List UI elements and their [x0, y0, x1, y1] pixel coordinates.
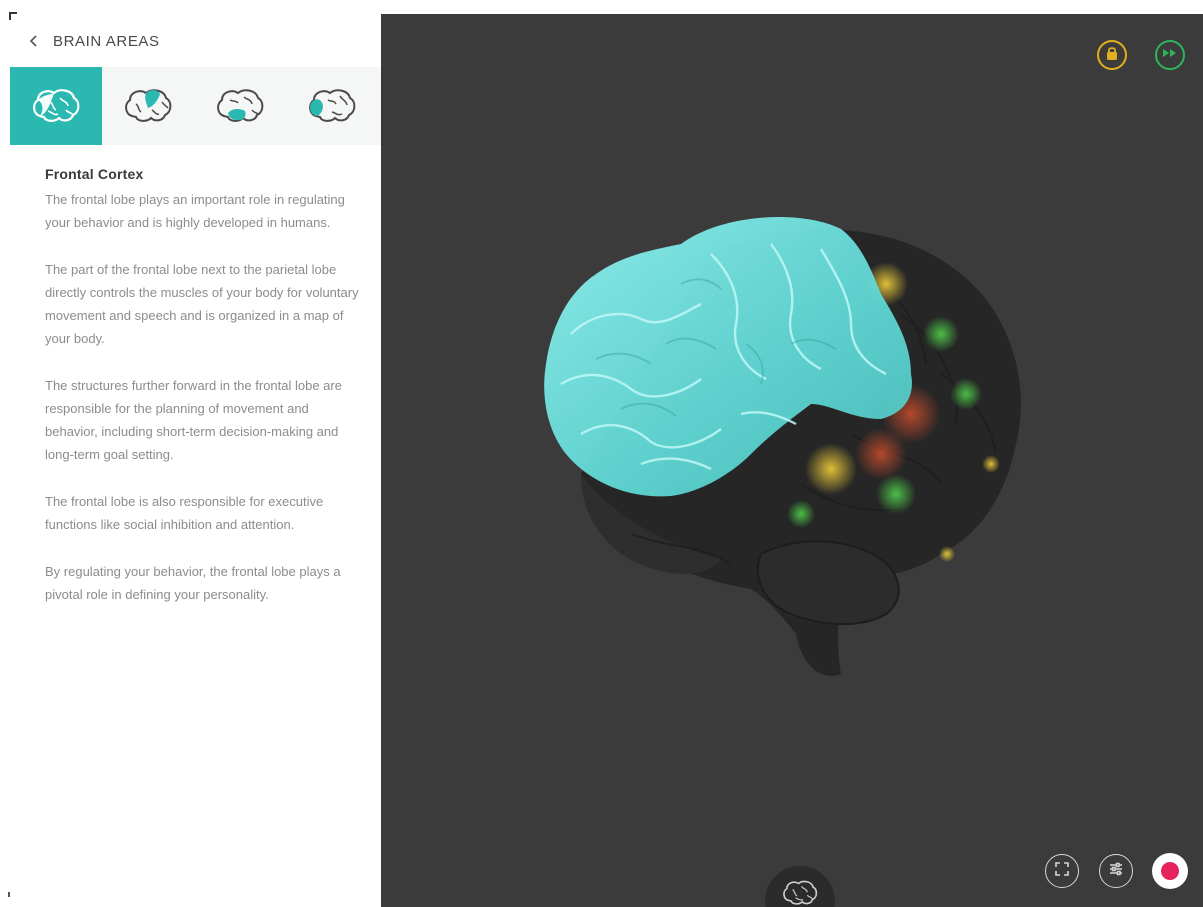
forward-icon	[1162, 46, 1178, 64]
record-button[interactable]	[1152, 853, 1188, 889]
tab-frontal[interactable]	[10, 67, 102, 145]
area-title: Frontal Cortex	[45, 166, 144, 182]
sliders-icon	[1108, 861, 1124, 882]
forward-button[interactable]	[1155, 40, 1185, 70]
tab-parietal[interactable]	[102, 67, 194, 145]
corner-mark	[9, 12, 17, 20]
brain-3d-viewer[interactable]	[381, 14, 1203, 907]
brain-areas-sidebar: BRAIN AREAS Frontal Cortex The frontal l…	[0, 0, 381, 907]
description-paragraph: By regulating your behavior, the frontal…	[45, 564, 341, 602]
brain-icon	[781, 866, 819, 907]
expand-button[interactable]	[1045, 854, 1079, 888]
chevron-left-icon[interactable]	[29, 34, 39, 48]
lock-icon	[1105, 45, 1119, 66]
tab-temporal[interactable]	[194, 67, 286, 145]
description-paragraph: The frontal lobe plays an important role…	[45, 192, 345, 230]
brain-area-tabs	[10, 67, 381, 145]
brain-occipital-icon	[306, 86, 358, 126]
expand-icon	[1054, 861, 1070, 882]
brain-parietal-icon	[122, 86, 174, 126]
back-header[interactable]: BRAIN AREAS	[29, 28, 160, 54]
brain-frontal-icon	[30, 86, 82, 126]
record-icon	[1161, 862, 1179, 880]
brain-temporal-icon	[214, 86, 266, 126]
area-description: Frontal Cortex The frontal lobe plays an…	[45, 166, 365, 630]
lock-button[interactable]	[1097, 40, 1127, 70]
description-paragraph: The structures further forward in the fr…	[45, 378, 342, 462]
page-title: BRAIN AREAS	[53, 32, 160, 50]
tab-occipital[interactable]	[286, 67, 378, 145]
brain-model[interactable]	[381, 14, 1203, 907]
description-paragraph: The frontal lobe is also responsible for…	[45, 494, 324, 532]
settings-button[interactable]	[1099, 854, 1133, 888]
description-paragraph: The part of the frontal lobe next to the…	[45, 262, 359, 346]
corner-dot	[8, 892, 10, 897]
